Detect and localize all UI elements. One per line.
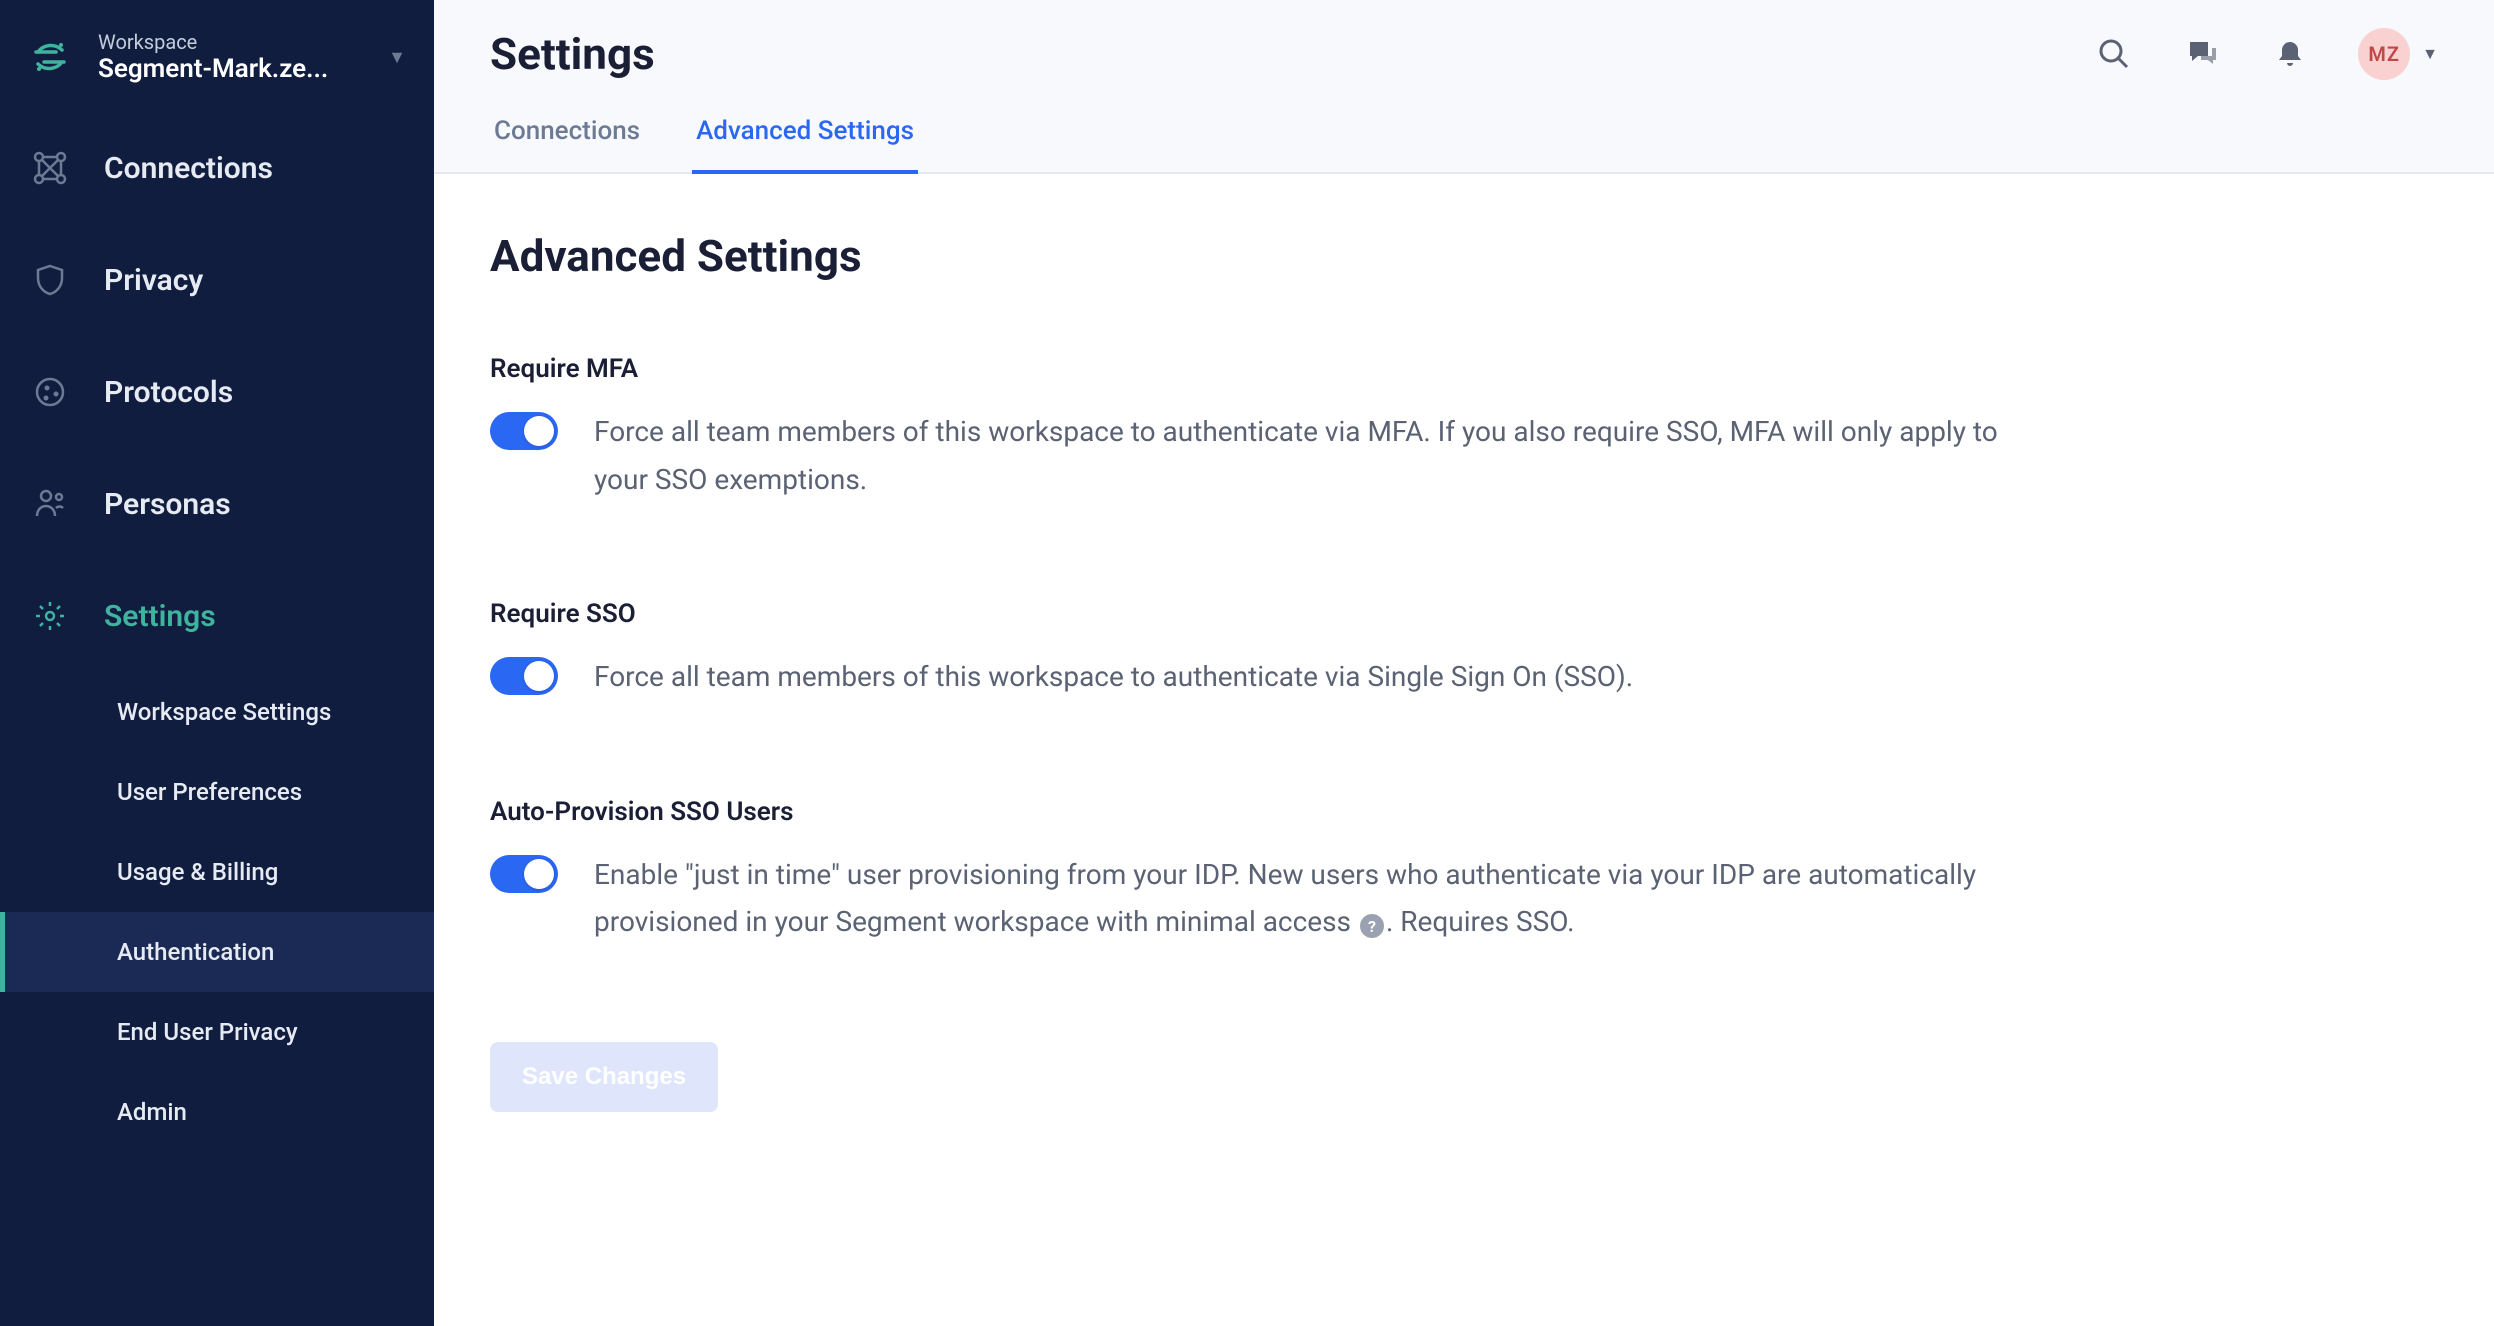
personas-icon <box>28 482 72 526</box>
main: Settings <box>434 0 2494 1326</box>
setting-auto-provision: Auto-Provision SSO Users Enable "just in… <box>490 797 2010 946</box>
workspace-name: Segment-Mark.ze... <box>98 54 368 84</box>
setting-title: Require MFA <box>490 354 2010 384</box>
avatar: MZ <box>2358 28 2410 80</box>
subnav-item-admin[interactable]: Admin <box>0 1072 434 1152</box>
sidebar-item-connections[interactable]: Connections <box>0 112 434 224</box>
shield-icon <box>28 258 72 302</box>
gear-icon <box>28 594 72 638</box>
workspace-switcher[interactable]: Workspace Segment-Mark.ze... ▼ <box>0 12 434 112</box>
section-title: Advanced Settings <box>490 230 2438 282</box>
toggle-knob <box>524 416 554 446</box>
content: Advanced Settings Require MFA Force all … <box>434 174 2494 1326</box>
topbar: Settings <box>434 0 2494 174</box>
messages-button[interactable] <box>2182 34 2222 74</box>
workspace-label: Workspace <box>98 30 380 54</box>
subnav-item-label: End User Privacy <box>117 1018 298 1046</box>
sidebar-item-settings[interactable]: Settings <box>0 560 434 672</box>
setting-desc-text: Enable "just in time" user provisioning … <box>594 858 1976 939</box>
setting-description: Force all team members of this workspace… <box>594 653 1633 701</box>
toggle-require-mfa[interactable] <box>490 412 558 450</box>
chevron-down-icon: ▼ <box>388 47 406 68</box>
tab-advanced-settings[interactable]: Advanced Settings <box>692 116 918 174</box>
button-label: Save Changes <box>522 1063 686 1091</box>
setting-require-mfa: Require MFA Force all team members of th… <box>490 354 2010 503</box>
topbar-row: Settings <box>490 28 2438 80</box>
setting-description: Enable "just in time" user provisioning … <box>594 851 2010 946</box>
subnav-item-label: Authentication <box>117 938 274 966</box>
toggle-auto-provision[interactable] <box>490 855 558 893</box>
sidebar-item-label: Settings <box>104 599 216 634</box>
notifications-button[interactable] <box>2270 34 2310 74</box>
protocols-icon <box>28 370 72 414</box>
connections-icon <box>28 146 72 190</box>
toggle-require-sso[interactable] <box>490 657 558 695</box>
page-title: Settings <box>490 28 655 80</box>
tabs: Connections Advanced Settings <box>490 116 2438 172</box>
setting-title: Auto-Provision SSO Users <box>490 797 2010 827</box>
sidebar-item-privacy[interactable]: Privacy <box>0 224 434 336</box>
subnav-item-label: Workspace Settings <box>117 698 331 726</box>
chevron-down-icon: ▼ <box>2422 44 2438 64</box>
setting-desc-text: . Requires SSO. <box>1386 905 1575 938</box>
help-icon[interactable]: ? <box>1360 914 1384 938</box>
app-root: Workspace Segment-Mark.ze... ▼ Connectio… <box>0 0 2494 1326</box>
sidebar-item-label: Privacy <box>104 263 203 298</box>
sidebar-subnav: Workspace Settings User Preferences Usag… <box>0 672 434 1152</box>
subnav-item-authentication[interactable]: Authentication <box>0 912 434 992</box>
sidebar-item-label: Personas <box>104 487 231 522</box>
workspace-info: Workspace Segment-Mark.ze... <box>98 30 380 84</box>
subnav-item-label: Usage & Billing <box>117 858 278 886</box>
subnav-item-workspace-settings[interactable]: Workspace Settings <box>0 672 434 752</box>
tab-connections[interactable]: Connections <box>490 116 644 174</box>
subnav-item-label: User Preferences <box>117 778 302 806</box>
setting-description: Force all team members of this workspace… <box>594 408 2010 503</box>
topbar-actions: MZ ▼ <box>2094 28 2438 80</box>
user-menu[interactable]: MZ ▼ <box>2358 28 2438 80</box>
sidebar-nav: Connections Privacy <box>0 112 434 1152</box>
toggle-knob <box>524 859 554 889</box>
sidebar-item-protocols[interactable]: Protocols <box>0 336 434 448</box>
toggle-knob <box>524 661 554 691</box>
subnav-item-usage-billing[interactable]: Usage & Billing <box>0 832 434 912</box>
bell-icon <box>2274 38 2306 70</box>
search-icon <box>2097 37 2131 71</box>
sidebar: Workspace Segment-Mark.ze... ▼ Connectio… <box>0 0 434 1326</box>
subnav-item-user-preferences[interactable]: User Preferences <box>0 752 434 832</box>
tab-label: Advanced Settings <box>696 116 914 146</box>
segment-logo-icon <box>28 35 72 79</box>
sidebar-item-label: Connections <box>104 151 273 186</box>
save-changes-button[interactable]: Save Changes <box>490 1042 718 1112</box>
subnav-item-end-user-privacy[interactable]: End User Privacy <box>0 992 434 1072</box>
setting-title: Require SSO <box>490 599 2010 629</box>
tab-label: Connections <box>494 116 640 146</box>
chat-icon <box>2185 37 2219 71</box>
setting-require-sso: Require SSO Force all team members of th… <box>490 599 2010 701</box>
sidebar-item-personas[interactable]: Personas <box>0 448 434 560</box>
subnav-item-label: Admin <box>117 1098 187 1126</box>
sidebar-item-label: Protocols <box>104 375 233 410</box>
search-button[interactable] <box>2094 34 2134 74</box>
